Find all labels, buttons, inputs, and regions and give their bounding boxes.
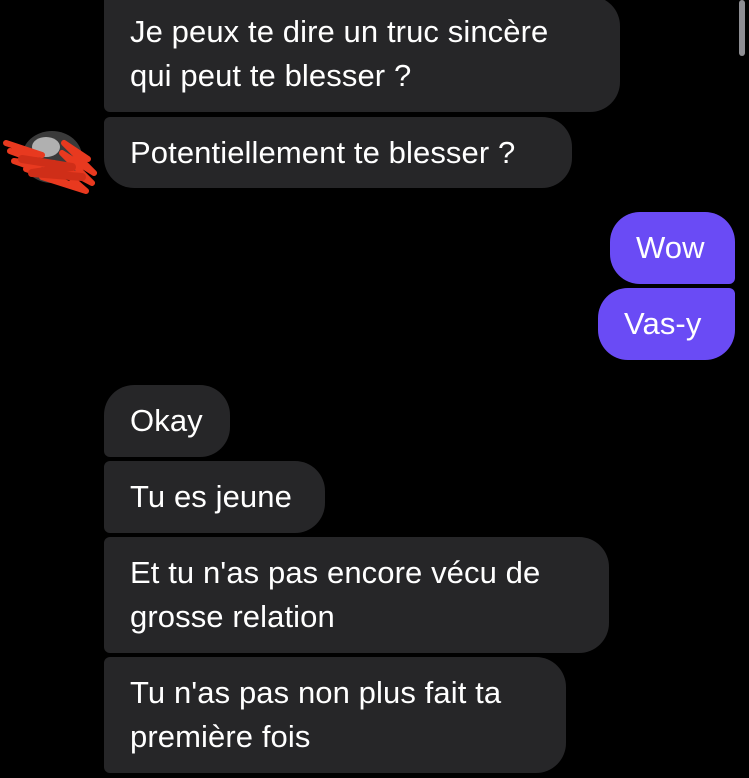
message-text-line: grosse relation (130, 599, 335, 634)
message-text-line: Tu n'as pas non plus fait ta (130, 675, 502, 710)
message-received-2[interactable]: Potentiellement te blesser ? (104, 117, 572, 188)
message-sent-2[interactable]: Vas-y (598, 288, 735, 360)
message-received-4[interactable]: Tu es jeune (104, 461, 325, 533)
message-text-line: Vas-y (624, 306, 702, 341)
message-received-1[interactable]: Je peux te dire un truc sincère qui peut… (104, 0, 620, 112)
message-received-3[interactable]: Okay (104, 385, 230, 457)
message-text-line: Wow (636, 230, 705, 265)
message-sent-1[interactable]: Wow (610, 212, 735, 284)
message-received-6[interactable]: Tu n'as pas non plus fait ta première fo… (104, 657, 566, 773)
scribbled-avatar-icon[interactable] (2, 125, 98, 197)
message-text-line: Okay (130, 403, 203, 438)
message-text-line: qui peut te blesser ? (130, 58, 412, 93)
message-text-line: Et tu n'as pas encore vécu de (130, 555, 541, 590)
message-text-line: première fois (130, 719, 311, 754)
message-received-5[interactable]: Et tu n'as pas encore vécu de grosse rel… (104, 537, 609, 653)
message-text-line: Tu es jeune (130, 479, 292, 514)
message-text-line: Potentiellement te blesser ? (130, 135, 516, 170)
message-text-line: Je peux te dire un truc sincère (130, 14, 549, 49)
scrollbar-thumb[interactable] (739, 0, 745, 56)
